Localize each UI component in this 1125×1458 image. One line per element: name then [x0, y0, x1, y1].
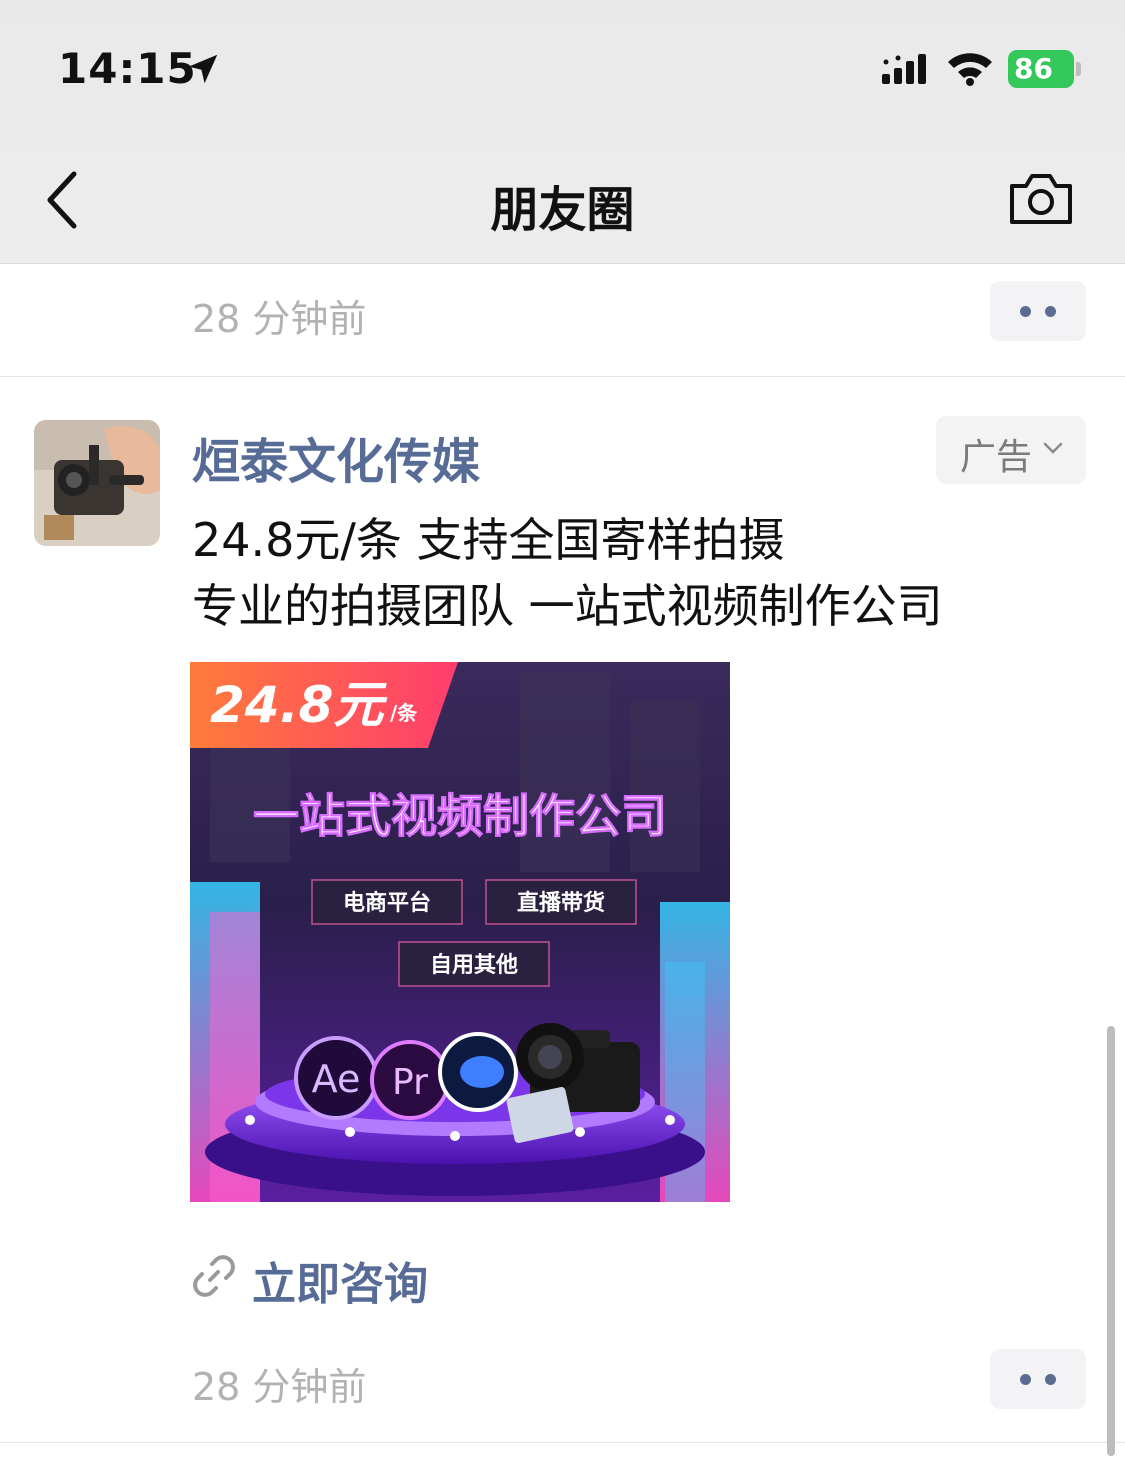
ad-image[interactable]: 24.8元 /条 一站式视频制作公司 电商平台 直播带货 自用其他 Ae Pr: [190, 662, 730, 1202]
post-divider: [0, 376, 1125, 377]
battery-level: 86: [1008, 50, 1074, 88]
status-time: 14:15: [58, 44, 197, 93]
battery-charging-icon: 86: [1008, 50, 1081, 88]
page-title: 朋友圈: [490, 182, 635, 238]
chevron-down-icon: [1043, 442, 1063, 454]
more-dot-icon: [1045, 1374, 1056, 1385]
post-divider: [0, 1442, 1125, 1443]
consult-now-link[interactable]: 立即咨询: [252, 1248, 428, 1312]
author-name[interactable]: 烜泰文化传媒: [192, 422, 480, 492]
avatar[interactable]: [34, 420, 160, 546]
ad-label: 广告: [960, 437, 1033, 478]
more-dot-icon: [1020, 306, 1031, 317]
link-icon: [193, 1255, 235, 1297]
pr-logo: Pr: [392, 1062, 428, 1103]
ae-logo: Ae: [312, 1057, 361, 1101]
ad-image-tag: 自用其他: [430, 952, 518, 978]
more-dot-icon: [1020, 1374, 1031, 1385]
more-actions-button[interactable]: [990, 1349, 1086, 1409]
previous-post-time: 28 分钟前: [192, 297, 367, 341]
battery-cap: [1076, 62, 1081, 76]
location-arrow-icon: [188, 54, 218, 84]
post-text-line: 24.8元/条 支持全国寄样拍摄: [192, 513, 785, 567]
ad-image-tag: 电商平台: [343, 890, 431, 916]
wifi-icon: [948, 53, 992, 86]
ad-image-price: 24.8元: [210, 676, 388, 734]
post-text-line: 专业的拍摄团队 一站式视频制作公司: [192, 579, 943, 633]
camera-icon[interactable]: [1008, 170, 1074, 226]
more-dot-icon: [1045, 306, 1056, 317]
ad-post-time: 28 分钟前: [192, 1365, 367, 1409]
ad-image-price-unit: /条: [390, 701, 418, 725]
scrollbar[interactable]: [1107, 1026, 1115, 1456]
more-actions-button[interactable]: [990, 281, 1086, 341]
ad-image-tag: 直播带货: [517, 890, 605, 916]
signal-icon: [882, 54, 926, 84]
ad-menu-button[interactable]: 广告: [936, 416, 1086, 484]
ad-image-headline: 一站式视频制作公司: [253, 789, 667, 843]
top-bar: 14:15 86 朋友圈: [0, 0, 1125, 264]
